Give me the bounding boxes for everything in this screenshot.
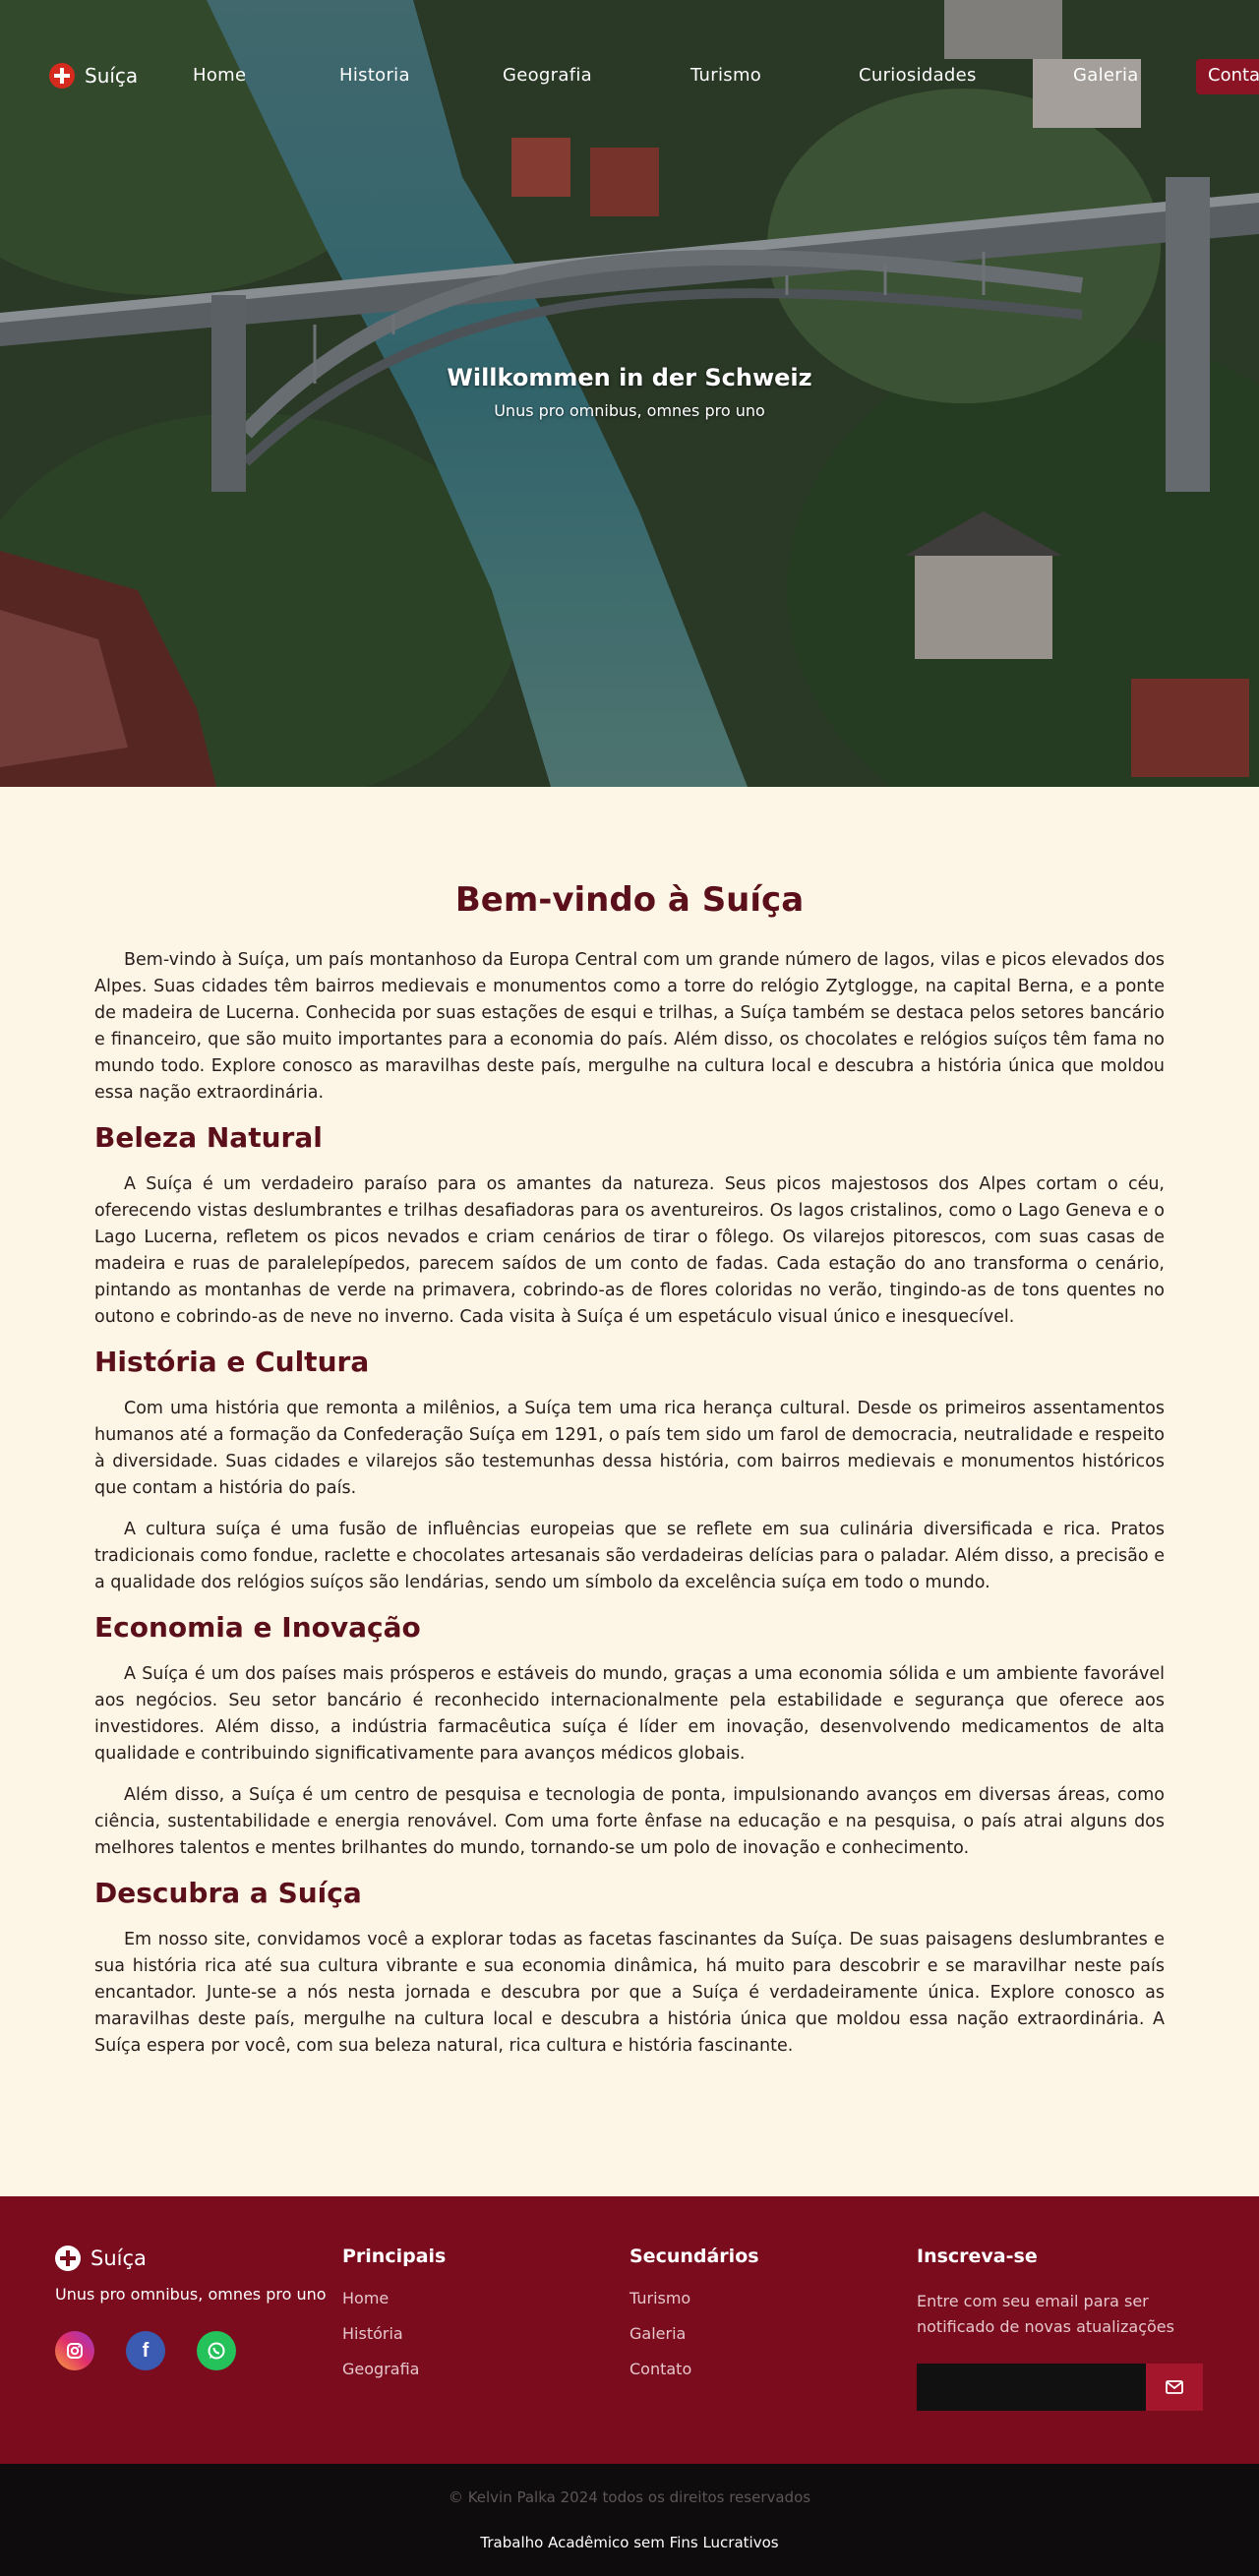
academic-note: Trabalho Acadêmico sem Fins Lucrativos	[480, 2534, 779, 2551]
copyright-text: © Kelvin Palka 2024 todos os direitos re…	[448, 2488, 811, 2506]
site-footer: Suíça Unus pro omnibus, omnes pro uno f …	[0, 2196, 1259, 2464]
brand-logo[interactable]: Suíça	[49, 63, 138, 89]
nav-item-curiosidades[interactable]: Curiosidades	[859, 65, 977, 86]
nav-item-turismo[interactable]: Turismo	[690, 65, 761, 86]
brand-name: Suíça	[85, 64, 139, 88]
main-navigation: Suíça Home Historia Geografia Turismo Cu…	[0, 59, 1259, 94]
section-heading-economia-inovacao: Economia e Inovação	[94, 1611, 421, 1644]
facebook-icon[interactable]: f	[126, 2331, 165, 2370]
footer-heading-inscreva: Inscreva-se	[917, 2246, 1038, 2267]
intro-paragraph: Bem-vindo à Suíça, um país montanhoso da…	[94, 950, 1165, 1103]
section-heading-beleza-natural: Beleza Natural	[94, 1121, 323, 1154]
swiss-cross-icon	[55, 2246, 81, 2271]
footer-brand-name: Suíça	[90, 2247, 147, 2270]
nav-item-home[interactable]: Home	[193, 65, 246, 86]
newsletter-email-input[interactable]	[917, 2364, 1146, 2411]
social-links: f	[55, 2331, 327, 2370]
footer-link-geografia[interactable]: Geografia	[342, 2360, 446, 2378]
nav-item-galeria[interactable]: Galeria	[1073, 65, 1139, 86]
footer-tagline: Unus pro omnibus, omnes pro uno	[55, 2285, 327, 2304]
newsletter-form	[917, 2364, 1203, 2411]
hero-title: Willkommen in der Schweiz	[447, 364, 812, 391]
footer-link-galeria[interactable]: Galeria	[630, 2324, 759, 2343]
section-paragraph: A Suíça é um verdadeiro paraíso para os …	[94, 1174, 1165, 1327]
newsletter-submit-button[interactable]	[1146, 2364, 1203, 2411]
section-paragraph: Com uma história que remonta a milênios,…	[94, 1399, 1165, 1498]
swiss-flag-icon	[49, 63, 75, 89]
section-paragraph: Em nosso site, convidamos você a explora…	[94, 1930, 1165, 2056]
contact-button[interactable]: Conta	[1196, 59, 1259, 94]
envelope-icon	[1166, 2380, 1183, 2394]
instagram-icon[interactable]	[55, 2331, 94, 2370]
nav-item-geografia[interactable]: Geografia	[503, 65, 592, 86]
footer-link-home[interactable]: Home	[342, 2289, 446, 2307]
footer-newsletter-column: Inscreva-se Entre com seu email para ser…	[917, 2246, 1203, 2411]
footer-brand-column: Suíça Unus pro omnibus, omnes pro uno f	[55, 2246, 327, 2370]
footer-heading-principais: Principais	[342, 2246, 447, 2267]
section-heading-descubra: Descubra a Suíça	[94, 1877, 362, 1909]
bottom-bar: © Kelvin Palka 2024 todos os direitos re…	[0, 2464, 1259, 2576]
section-paragraph: A cultura suíça é uma fusão de influênci…	[94, 1520, 1165, 1592]
hero-section: Suíça Home Historia Geografia Turismo Cu…	[0, 0, 1259, 787]
section-heading-historia-cultura: História e Cultura	[94, 1346, 370, 1378]
hero-subtitle: Unus pro omnibus, omnes pro uno	[494, 401, 765, 420]
footer-link-contato[interactable]: Contato	[630, 2360, 759, 2378]
footer-principais-column: Principais Home História Geografia	[342, 2246, 446, 2395]
main-content: Bem-vindo à Suíça Bem-vindo à Suíça, um …	[0, 787, 1259, 2196]
footer-link-historia[interactable]: História	[342, 2324, 446, 2343]
footer-secundarios-column: Secundários Turismo Galeria Contato	[630, 2246, 759, 2395]
footer-link-turismo[interactable]: Turismo	[630, 2289, 759, 2307]
footer-brand[interactable]: Suíça	[55, 2246, 327, 2271]
hero-text: Willkommen in der Schweiz Unus pro omnib…	[0, 364, 1259, 420]
newsletter-description: Entre com seu email para ser notificado …	[917, 2292, 1174, 2336]
nav-item-historia[interactable]: Historia	[339, 65, 410, 86]
section-paragraph: Além disso, a Suíça é um centro de pesqu…	[94, 1785, 1165, 1858]
page-title: Bem-vindo à Suíça	[454, 880, 805, 920]
footer-heading-secundarios: Secundários	[630, 2246, 759, 2267]
section-paragraph: A Suíça é um dos países mais prósperos e…	[94, 1664, 1165, 1764]
whatsapp-icon[interactable]	[197, 2331, 236, 2370]
